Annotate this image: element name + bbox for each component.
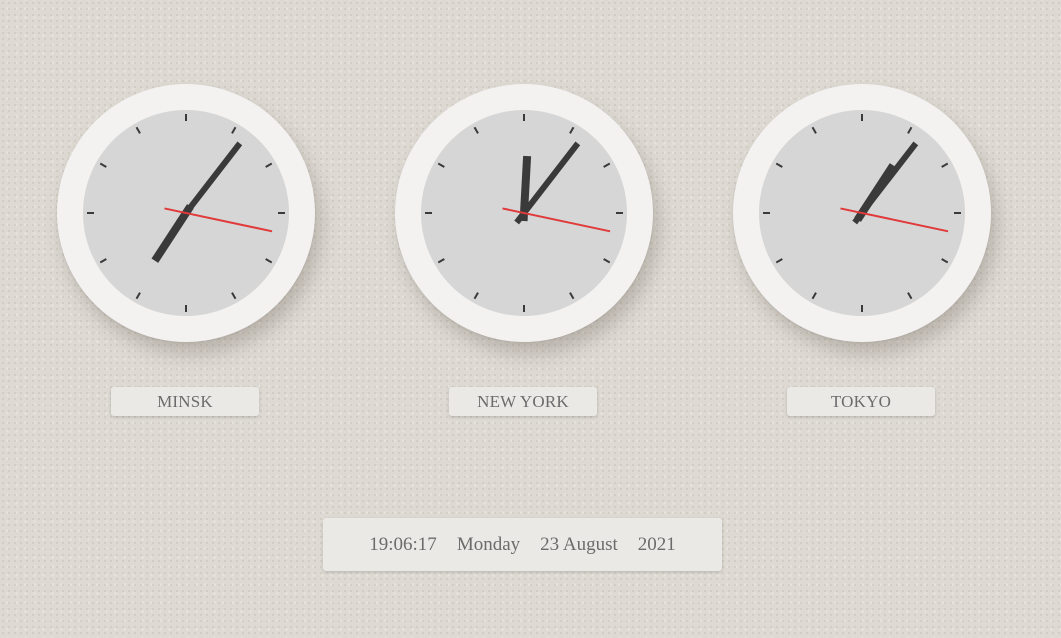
clock-dial (759, 110, 965, 316)
city-label-tokyo: TOKYO (787, 387, 935, 416)
clock-new-york: NEW YORK (395, 84, 655, 416)
clock-face (733, 84, 991, 342)
date-text: 23 August (540, 533, 618, 555)
year-text: 2021 (637, 533, 676, 555)
time-text: 19:06:17 (369, 533, 437, 555)
city-label-new-york: NEW YORK (449, 387, 597, 416)
clock-minsk: MINSK (57, 84, 317, 416)
city-label-minsk: MINSK (111, 387, 259, 416)
clock-tokyo: TOKYO (733, 84, 993, 416)
clock-dial (83, 110, 289, 316)
clock-face (57, 84, 315, 342)
clock-dial (421, 110, 627, 316)
clock-face (395, 84, 653, 342)
weekday-text: Monday (456, 533, 521, 555)
datetime-display: 19:06:17 Monday 23 August 2021 (323, 518, 722, 571)
